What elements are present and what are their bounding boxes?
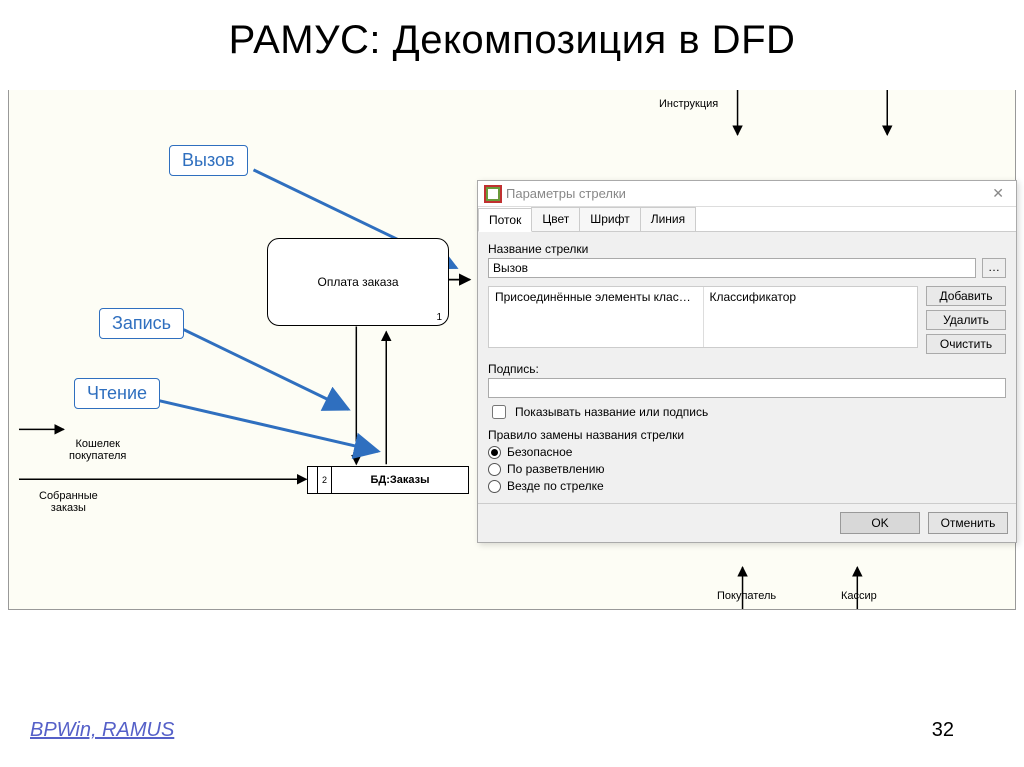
radio-safe-label: Безопасное <box>507 445 572 459</box>
show-name-checkbox-input[interactable] <box>492 405 506 419</box>
dialog-titlebar[interactable]: Параметры стрелки ✕ <box>478 181 1016 207</box>
radio-safe[interactable]: Безопасное <box>488 445 1006 459</box>
tab-line[interactable]: Линия <box>640 207 696 231</box>
ok-button[interactable]: OK <box>840 512 920 534</box>
datastore-number: 2 <box>318 467 332 493</box>
datastore[interactable]: 2 БД:Заказы <box>307 466 469 494</box>
label-orders: Собранные заказы <box>39 490 98 514</box>
close-icon[interactable]: ✕ <box>988 185 1008 202</box>
callout-read: Чтение <box>74 378 160 409</box>
radio-branch-dot[interactable] <box>488 463 501 476</box>
show-name-checkbox[interactable]: Показывать название или подпись <box>488 402 1006 422</box>
label-instruction: Инструкция <box>659 98 718 110</box>
tab-color[interactable]: Цвет <box>531 207 580 231</box>
label-cashier: Кассир <box>841 590 877 602</box>
radio-branch[interactable]: По разветвлению <box>488 462 1006 476</box>
signature-input[interactable] <box>488 378 1006 398</box>
datastore-label: БД:Заказы <box>332 474 468 486</box>
dialog-tabs: Поток Цвет Шрифт Линия <box>478 207 1016 232</box>
label-wallet: Кошелек покупателя <box>69 438 126 462</box>
page-number: 32 <box>932 719 954 742</box>
footer-link[interactable]: BPWin, RAMUS <box>30 719 174 742</box>
radio-branch-label: По разветвлению <box>507 462 604 476</box>
rule-label: Правило замены названия стрелки <box>488 428 1006 442</box>
process-label: Оплата заказа <box>317 275 398 289</box>
callout-write: Запись <box>99 308 184 339</box>
col-attached: Присоединённые элементы классиф... <box>489 287 704 347</box>
app-icon <box>486 187 500 201</box>
arrow-properties-dialog: Параметры стрелки ✕ Поток Цвет Шрифт Лин… <box>477 180 1017 543</box>
arrow-name-label: Название стрелки <box>488 242 1006 256</box>
delete-button[interactable]: Удалить <box>926 310 1006 330</box>
radio-every[interactable]: Везде по стрелке <box>488 479 1006 493</box>
show-name-label: Показывать название или подпись <box>515 405 708 419</box>
label-buyer: Покупатель <box>717 590 776 602</box>
callout-call: Вызов <box>169 145 248 176</box>
tab-flow[interactable]: Поток <box>478 208 532 232</box>
dialog-title: Параметры стрелки <box>506 186 626 201</box>
classifier-table[interactable]: Присоединённые элементы классиф... Класс… <box>488 286 918 348</box>
arrow-name-input[interactable] <box>488 258 976 278</box>
slide-title: РАМУС: Декомпозиция в DFD <box>0 0 1024 71</box>
process-box[interactable]: Оплата заказа 1 <box>267 238 449 326</box>
cancel-button[interactable]: Отменить <box>928 512 1008 534</box>
radio-every-dot[interactable] <box>488 480 501 493</box>
diagram-canvas: Инструкция Вызов Запись Чтение Оплата за… <box>8 90 1016 610</box>
process-number: 1 <box>436 312 442 323</box>
add-button[interactable]: Добавить <box>926 286 1006 306</box>
radio-every-label: Везде по стрелке <box>507 479 604 493</box>
signature-label: Подпись: <box>488 362 1006 376</box>
radio-safe-dot[interactable] <box>488 446 501 459</box>
browse-button[interactable]: … <box>982 258 1006 278</box>
tab-font[interactable]: Шрифт <box>579 207 640 231</box>
clear-button[interactable]: Очистить <box>926 334 1006 354</box>
col-classifier: Классификатор <box>704 287 918 347</box>
